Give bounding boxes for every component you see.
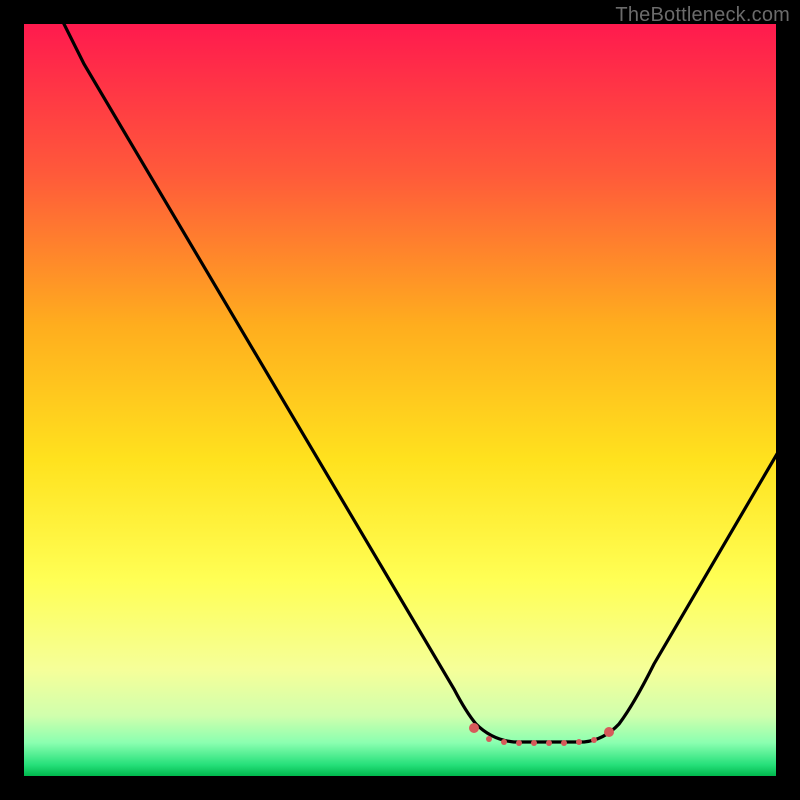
watermark-text: TheBottleneck.com [615,4,790,27]
bottleneck-chart [24,24,776,776]
chart-frame [24,24,776,776]
gradient-background [24,24,776,776]
